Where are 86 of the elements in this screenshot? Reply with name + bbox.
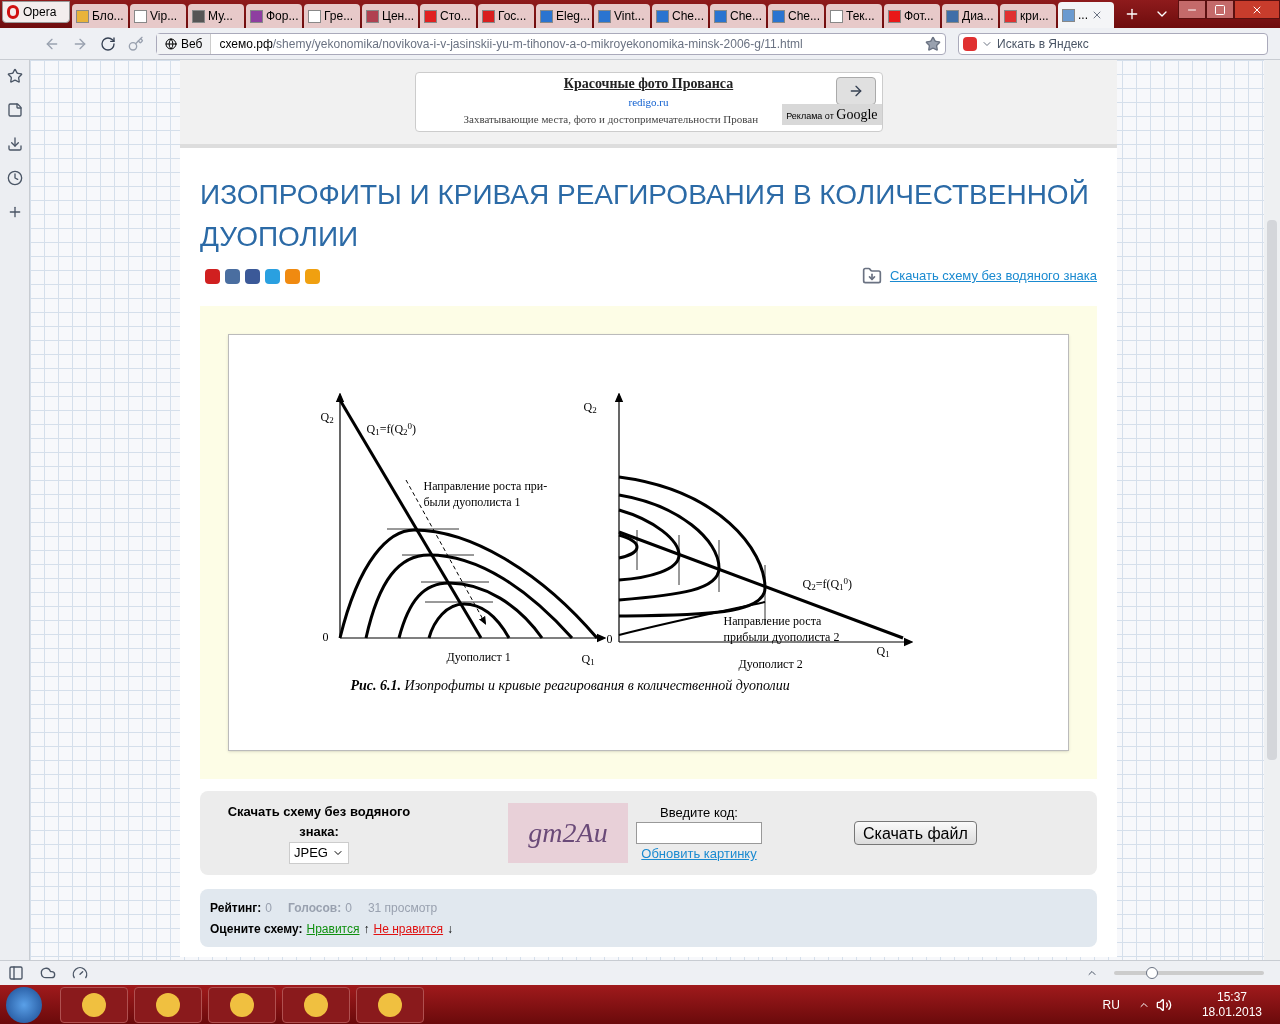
article-title: ИЗОПРОФИТЫ И КРИВАЯ РЕАГИРОВАНИЯ В КОЛИЧЕСТВЕННОЙ ДУОПОЛИИ — [200, 178, 1090, 254]
down-arrow: ↓ — [447, 920, 454, 938]
ad-arrow-button[interactable] — [835, 77, 876, 105]
ad-title-link[interactable]: Красочные фото Прованса — [563, 73, 734, 94]
axis-label: Q$_{1}$ — [581, 651, 595, 668]
annotation-text: Направление роста при- были дуополиста 1 — [423, 478, 548, 510]
address-field[interactable]: Веб схемо.рф/shemy/yekonomika/novikova-i-v-jasinskii-yu-m-tihonov-a-o-mikroyekonomika-minsk-2006-g/11.html — [156, 32, 946, 55]
browser-tab[interactable]: Che... — [768, 4, 824, 28]
graph-caption: Дуополист 1 — [446, 649, 511, 666]
browser-tab[interactable]: кри... — [1000, 4, 1056, 28]
views-count: 31 просмотр — [367, 899, 438, 917]
form-label: Скачать схему без водяного знака: — [226, 803, 412, 842]
zoom-slider-thumb[interactable] — [1145, 967, 1158, 979]
folder-download-icon — [861, 266, 882, 286]
origin-label: 0 — [322, 629, 329, 646]
browser-tab[interactable]: Гре... — [304, 4, 360, 28]
cloud-icon[interactable] — [40, 965, 56, 981]
opera-menu-button[interactable]: Opera — [2, 1, 70, 23]
download-button[interactable]: Скачать файл — [854, 821, 977, 845]
globe-icon — [165, 37, 177, 50]
download-link[interactable]: Скачать схему без водяного знака — [889, 266, 1097, 286]
browser-tab[interactable]: Диа... — [942, 4, 998, 28]
search-engine-icon — [963, 36, 977, 51]
ad-text: Захватывающие места, фото и достопримечательности Прован — [463, 111, 759, 127]
minimize-button[interactable] — [1178, 0, 1206, 19]
annotation-text: Направление роста прибыли дуополиста 2 — [723, 613, 840, 645]
new-tab-icon[interactable] — [1124, 6, 1140, 22]
browser-tab[interactable]: Сто... — [420, 4, 476, 28]
graph-caption: Дуополист 2 — [738, 656, 803, 673]
browser-tab[interactable]: Тек... — [826, 4, 882, 28]
rate-label: Оцените схему: — [210, 920, 303, 938]
search-field[interactable]: Искать в Яндекс — [958, 32, 1268, 55]
browser-tab[interactable]: Che... — [710, 4, 766, 28]
start-button[interactable] — [6, 986, 42, 1023]
scrollbar[interactable] — [1264, 60, 1280, 960]
votes-label: Голосов: — [287, 899, 342, 917]
bookmark-star-icon[interactable] — [925, 35, 941, 52]
curve-label: Q$_{2}$=f(Q$_{1}$$^{0}$) — [802, 575, 853, 593]
close-icon[interactable] — [1091, 9, 1103, 21]
maximize-button[interactable] — [1206, 0, 1234, 19]
speedometer-icon[interactable] — [72, 965, 88, 981]
up-arrow: ↑ — [363, 920, 370, 938]
opera-logo-icon — [7, 5, 19, 19]
code-input[interactable] — [636, 822, 762, 844]
browser-tab[interactable]: Фор... — [246, 4, 302, 28]
volume-icon[interactable] — [1155, 996, 1172, 1013]
browser-tab[interactable]: Гос... — [478, 4, 534, 28]
captcha-image: gm2Au — [508, 803, 628, 863]
share-icon[interactable] — [245, 268, 260, 284]
downloads-icon[interactable] — [6, 136, 23, 152]
maximize-icon — [1214, 3, 1226, 16]
browser-tab[interactable]: Vint... — [594, 4, 650, 28]
format-select[interactable]: JPEG — [289, 842, 349, 864]
browser-tab[interactable]: Фот... — [884, 4, 940, 28]
rating-value: 0 — [265, 899, 272, 917]
browser-tab[interactable]: Vip... — [130, 4, 186, 28]
share-icon[interactable] — [265, 268, 280, 284]
curve-label: Q$_{1}$=f(Q$_{2}$$^{0}$) — [366, 420, 417, 438]
clock[interactable]: 15:37 18.01.2013 — [1201, 989, 1262, 1020]
history-icon[interactable] — [6, 170, 23, 186]
origin-label: 0 — [606, 631, 613, 648]
rating-label: Рейтинг: — [210, 899, 262, 917]
axis-label: Q$_{1}$ — [876, 643, 890, 660]
browser-tab[interactable]: ... — [1058, 2, 1114, 28]
url-text: схемо.рф/shemy/yekonomika/novikova-i-v-jasinskii-yu-m-tihonov-a-o-mikroyekonomika-minsk-2006-g/11.html — [218, 35, 804, 53]
dislike-link[interactable]: Не нравится — [373, 919, 444, 938]
language-indicator[interactable]: RU — [1102, 995, 1120, 1014]
share-icon[interactable] — [205, 268, 220, 284]
reload-icon[interactable] — [100, 35, 116, 52]
notes-icon[interactable] — [6, 102, 23, 118]
browser-tab[interactable]: Му... — [188, 4, 244, 28]
votes-value: 0 — [345, 899, 352, 917]
browser-tab[interactable]: Eleg... — [536, 4, 592, 28]
scope-label[interactable]: Веб — [157, 33, 212, 54]
axis-label: Q$_{2}$ — [320, 409, 334, 426]
browser-tab[interactable]: Che... — [652, 4, 708, 28]
figure-caption: Рис. 6.1. Изопрофиты и кривые реагирования в количественной дуополии — [350, 677, 790, 695]
browser-tab[interactable]: Цен... — [362, 4, 418, 28]
ad-domain: redigo.ru — [628, 95, 669, 110]
axis-label: Q$_{2}$ — [583, 399, 597, 416]
code-label: Введите код: — [660, 803, 738, 822]
ad-badge[interactable]: Реклама от Google — [782, 104, 882, 125]
browser-tab[interactable]: Бло... — [72, 4, 128, 28]
panel-toggle-icon[interactable] — [8, 965, 24, 981]
bookmarks-icon[interactable] — [6, 68, 23, 84]
share-icon[interactable] — [225, 268, 240, 284]
